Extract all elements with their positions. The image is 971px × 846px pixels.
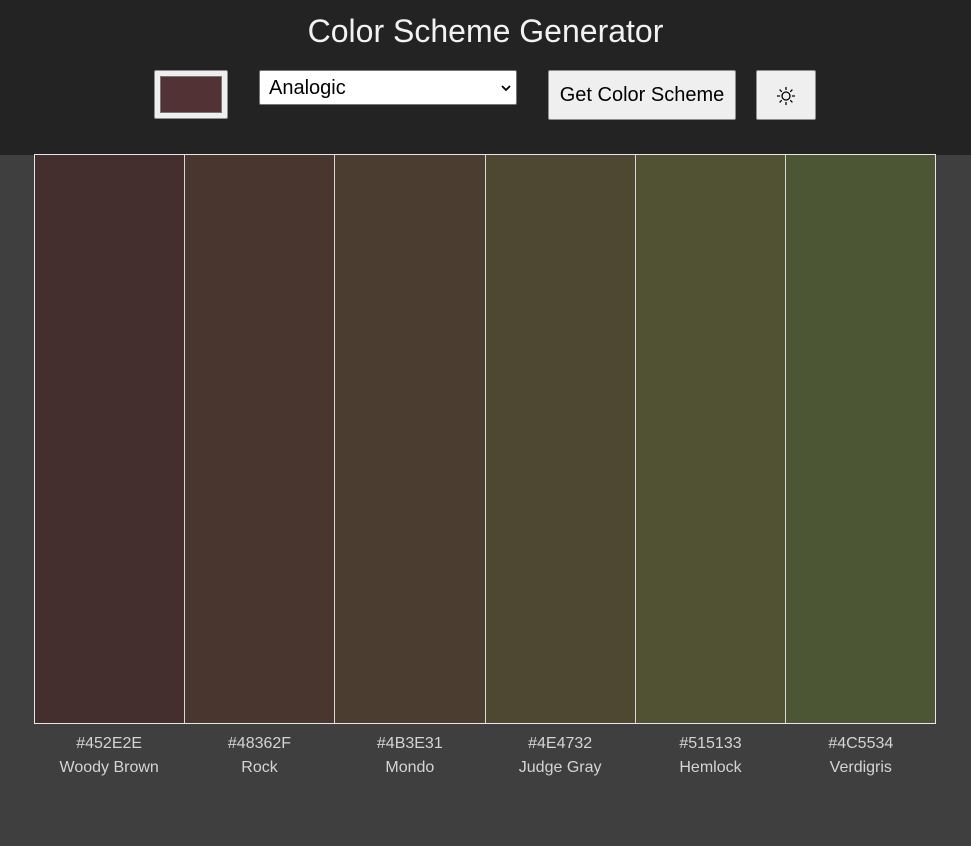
color-name: Mondo: [385, 759, 435, 776]
app-header: Color Scheme Generator Analogic Get Colo…: [0, 0, 971, 155]
page-title: Color Scheme Generator: [307, 13, 664, 49]
color-hex[interactable]: #4B3E31: [335, 734, 485, 754]
seed-color-picker[interactable]: [154, 70, 228, 119]
color-label-3: #4B3E31 Mondo: [335, 734, 485, 778]
scheme-mode-value: Analogic: [269, 77, 346, 99]
color-hex[interactable]: #452E2E: [34, 734, 184, 754]
sun-icon: [776, 86, 796, 106]
color-name: Rock: [241, 759, 278, 776]
color-swatch-5[interactable]: [634, 155, 785, 723]
color-swatch-2[interactable]: [184, 155, 335, 723]
color-hex[interactable]: #515133: [635, 734, 785, 754]
color-swatch-4[interactable]: [484, 155, 635, 723]
color-label-4: #4E4732 Judge Gray: [485, 734, 635, 778]
color-label-5: #515133 Hemlock: [635, 734, 785, 778]
color-labels: #452E2E Woody Brown #48362F Rock #4B3E31…: [34, 734, 936, 778]
color-palette: [34, 154, 936, 724]
color-label-6: #4C5534 Verdigris: [786, 734, 936, 778]
color-hex[interactable]: #4E4732: [485, 734, 635, 754]
chevron-down-icon: [501, 85, 511, 92]
theme-toggle-button[interactable]: [756, 70, 816, 120]
seed-color-swatch: [160, 76, 222, 113]
color-name: Hemlock: [679, 759, 742, 776]
get-color-scheme-button[interactable]: Get Color Scheme: [548, 70, 736, 120]
color-label-2: #48362F Rock: [184, 734, 334, 778]
scheme-mode-select[interactable]: Analogic: [259, 70, 517, 105]
color-name: Judge Gray: [518, 759, 602, 776]
color-hex[interactable]: #4C5534: [786, 734, 936, 754]
color-label-1: #452E2E Woody Brown: [34, 734, 184, 778]
color-swatch-6[interactable]: [784, 155, 936, 723]
color-swatch-1[interactable]: [35, 155, 185, 723]
color-hex[interactable]: #48362F: [184, 734, 334, 754]
color-swatch-3[interactable]: [334, 155, 485, 723]
color-name: Woody Brown: [59, 759, 159, 776]
color-name: Verdigris: [829, 759, 892, 776]
